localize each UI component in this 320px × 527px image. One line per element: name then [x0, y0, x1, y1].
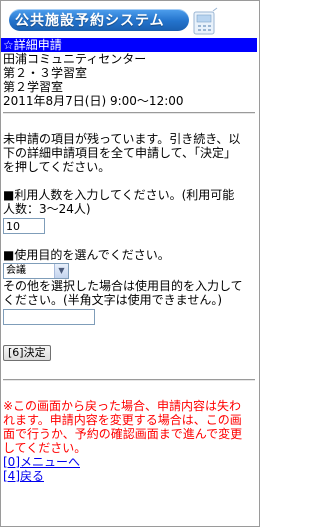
warning-text: れます。申請内容を変更する場合は、この画 — [3, 413, 242, 427]
purpose-label: ■使用目的を選んでください。 — [3, 248, 170, 262]
warning-text: ※この画面から戻った場合、申請内容は失わ — [3, 399, 242, 413]
reservation-datetime: 2011年8月7日(日) 9:00〜12:00 — [3, 94, 184, 108]
warning-text: してください。 — [3, 441, 87, 455]
chevron-down-icon: ▼ — [54, 264, 68, 278]
purpose-select[interactable]: 会議 ▼ — [3, 263, 69, 279]
purpose-selected-value: 会議 — [6, 265, 26, 276]
room-name: 第２・３学習室 — [3, 66, 88, 80]
people-count-input[interactable] — [3, 218, 45, 234]
main-content: 田浦コミュニティセンター 第２・３学習室 第２学習室 2011年8月7日(日) … — [3, 52, 255, 483]
purpose-other-note: ください。(半角文字は使用できません。) — [3, 293, 223, 307]
instruction-text: を押してください。 — [3, 160, 111, 174]
warning-text: 面で行うか、予約の確認画面まで進んで変更 — [3, 427, 243, 441]
people-count-label: ■利用人数を入力してください。(利用可能 — [3, 188, 235, 202]
room-name: 第２学習室 — [3, 80, 64, 94]
logo-bar: 公共施設予約システム — [1, 1, 257, 37]
purpose-other-input[interactable] — [3, 309, 95, 325]
instruction-text: 未申請の項目が残っています。引き続き、以 — [3, 132, 241, 146]
instruction-text: 下の詳細申請項目を全て申請して、「決定」 — [3, 146, 237, 160]
menu-link[interactable]: [0]メニューへ — [3, 455, 80, 469]
divider — [3, 379, 255, 381]
back-link[interactable]: [4]戻る — [3, 469, 44, 483]
mobile-phone-icon — [193, 7, 218, 35]
people-count-label: 人数：3〜24人) — [3, 202, 91, 216]
page-title: ☆詳細申請 — [1, 38, 257, 52]
purpose-other-note: その他を選択した場合は使用目的を入力して — [3, 279, 243, 293]
facility-name: 田浦コミュニティセンター — [3, 52, 147, 66]
submit-button[interactable]: [6]決定 — [3, 345, 51, 361]
divider — [3, 112, 255, 114]
app-logo-text: 公共施設予約システム — [15, 13, 165, 29]
